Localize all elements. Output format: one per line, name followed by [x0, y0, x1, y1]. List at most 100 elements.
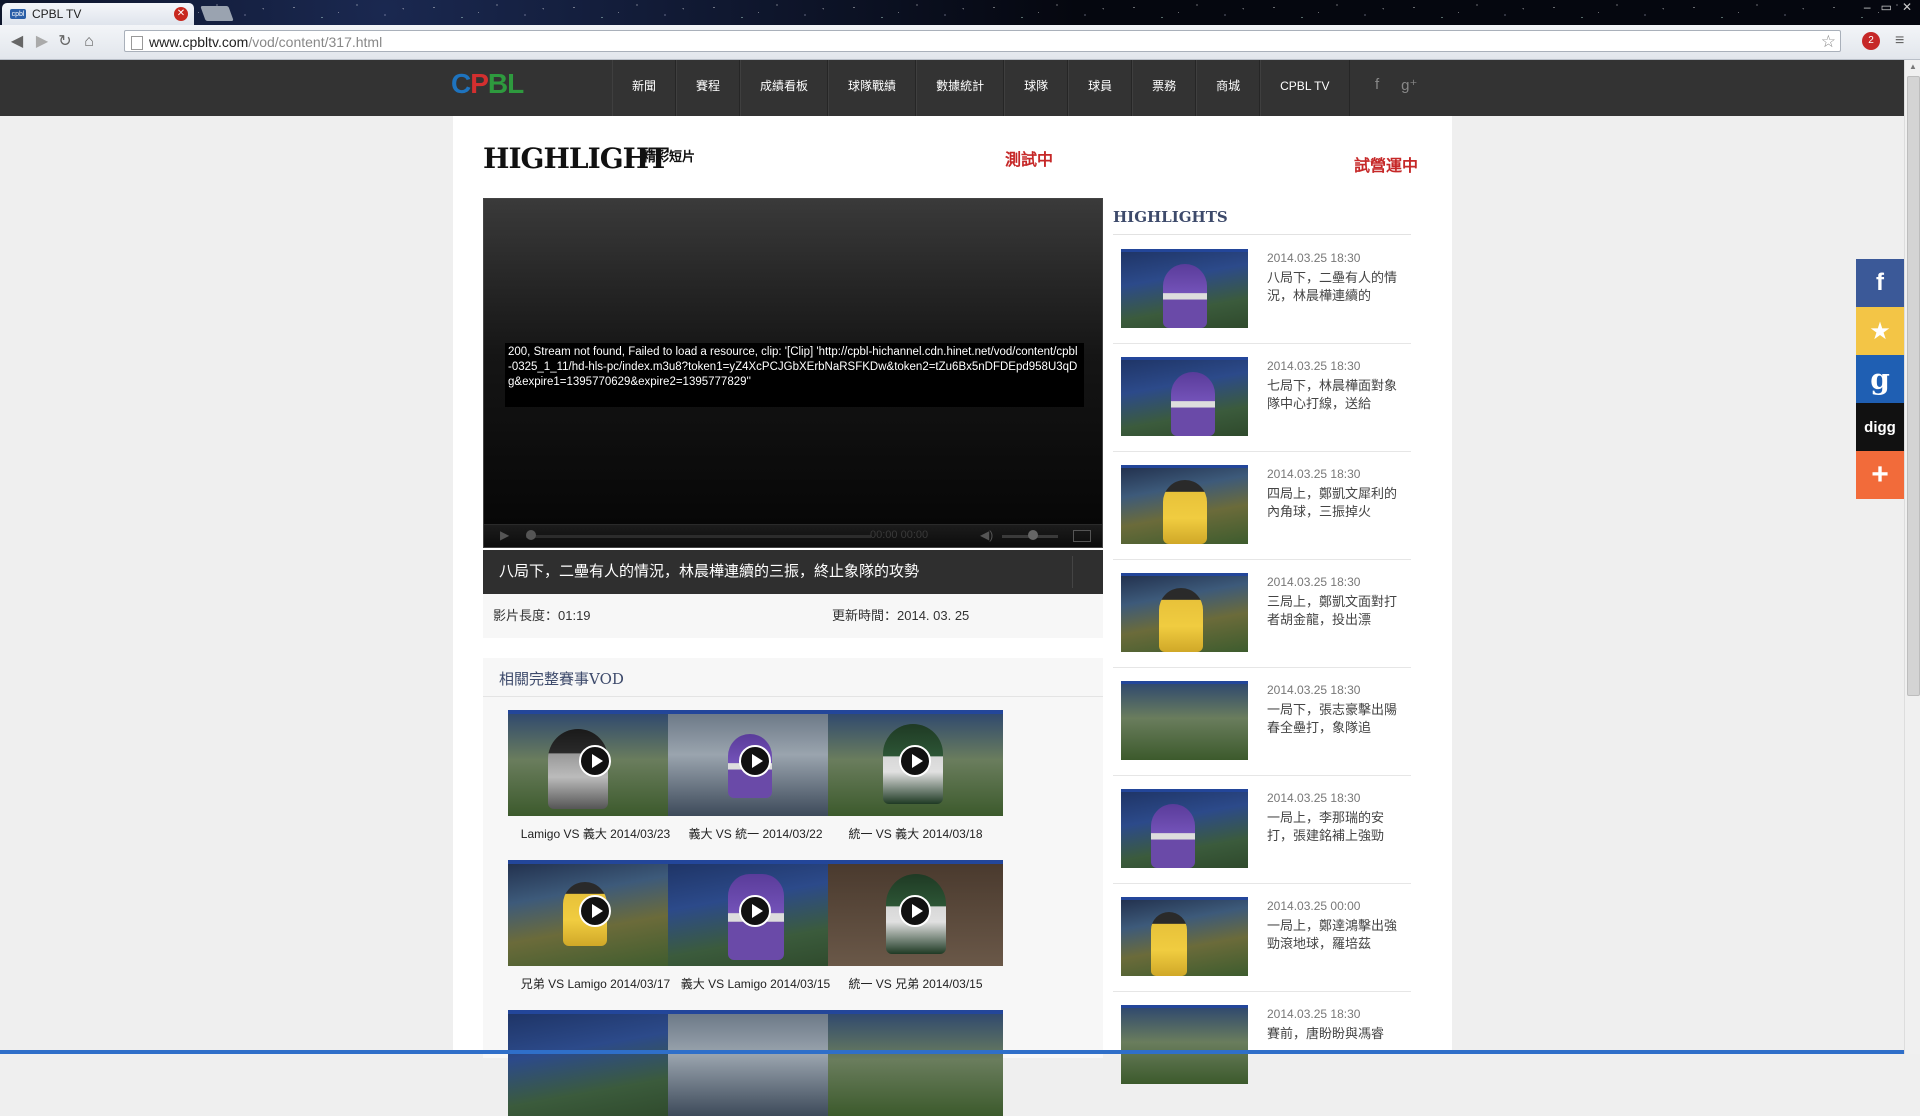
- play-button-icon[interactable]: [579, 745, 611, 777]
- scrollbar-thumb[interactable]: [1907, 76, 1920, 696]
- taskbar-edge: [0, 1050, 1904, 1054]
- highlight-text[interactable]: 一局上，李那瑞的安打，張建銘補上強勁: [1267, 809, 1397, 845]
- highlight-item[interactable]: 2014.03.25 18:30 三局上，鄭凱文面對打者胡金龍，投出漂: [1113, 559, 1411, 668]
- highlight-thumbnail[interactable]: [1121, 249, 1248, 328]
- close-tab-icon[interactable]: ✕: [174, 7, 188, 21]
- vod-label[interactable]: 義大 VS 統一 2014/03/22: [668, 825, 843, 842]
- digg-share-icon[interactable]: digg: [1856, 403, 1904, 451]
- more-share-icon[interactable]: +: [1856, 451, 1904, 499]
- nav-teams[interactable]: 球隊: [1004, 60, 1069, 116]
- highlight-text[interactable]: 一局上，鄭達鴻擊出強勁滾地球，羅培茲: [1267, 917, 1397, 953]
- facebook-icon[interactable]: f: [1375, 76, 1379, 94]
- play-button-icon[interactable]: [579, 895, 611, 927]
- extension-badge-icon[interactable]: 2: [1862, 32, 1880, 50]
- vod-item[interactable]: 統一 VS 兄弟 2014/03/15: [828, 860, 1003, 992]
- highlight-item[interactable]: 2014.03.25 18:30 一局下，張志豪擊出陽春全壘打，象隊追: [1113, 667, 1411, 776]
- seek-bar[interactable]: [526, 535, 871, 538]
- vod-item[interactable]: [828, 1010, 1003, 1116]
- minimize-icon[interactable]: –: [1864, 0, 1871, 14]
- vod-thumbnail[interactable]: [828, 710, 1003, 816]
- home-icon[interactable]: ⌂: [78, 31, 100, 53]
- cpbl-logo[interactable]: CPBL: [451, 68, 524, 100]
- highlight-thumbnail[interactable]: [1121, 573, 1248, 652]
- browser-tab[interactable]: cpbl CPBL TV ✕: [2, 3, 194, 25]
- volume-handle[interactable]: [1028, 530, 1038, 540]
- vod-thumbnail[interactable]: [828, 860, 1003, 966]
- highlight-text[interactable]: 一局下，張志豪擊出陽春全壘打，象隊追: [1267, 701, 1397, 737]
- close-window-icon[interactable]: ✕: [1902, 0, 1912, 14]
- highlight-thumbnail[interactable]: [1121, 789, 1248, 868]
- play-button-icon[interactable]: [899, 745, 931, 777]
- highlight-item[interactable]: 2014.03.25 18:30 一局上，李那瑞的安打，張建銘補上強勁: [1113, 775, 1411, 884]
- vod-label[interactable]: 兄弟 VS Lamigo 2014/03/17: [508, 975, 683, 992]
- nav-players[interactable]: 球員: [1068, 60, 1133, 116]
- highlight-thumbnail[interactable]: [1121, 897, 1248, 976]
- address-bar[interactable]: www.cpbltv.com/vod/content/317.html ☆: [124, 30, 1841, 52]
- nav-standings[interactable]: 球隊戰績: [828, 60, 917, 116]
- play-button-icon[interactable]: [739, 895, 771, 927]
- highlight-text[interactable]: 賽前，唐盼盼與馮睿: [1267, 1025, 1397, 1045]
- vod-label[interactable]: 義大 VS Lamigo 2014/03/15: [668, 975, 843, 992]
- vod-thumbnail[interactable]: [828, 1010, 1003, 1116]
- nav-stats[interactable]: 數據統計: [916, 60, 1005, 116]
- vod-item[interactable]: 義大 VS Lamigo 2014/03/15: [668, 860, 843, 992]
- page-scrollbar[interactable]: ▲: [1904, 60, 1920, 1054]
- vod-label[interactable]: 統一 VS 兄弟 2014/03/15: [828, 975, 1003, 992]
- seek-handle[interactable]: [526, 530, 536, 540]
- highlight-item[interactable]: 2014.03.25 18:30 七局下，林晨樺面對象隊中心打線，送給: [1113, 343, 1411, 452]
- vod-label[interactable]: Lamigo VS 義大 2014/03/23: [508, 825, 683, 842]
- reload-icon[interactable]: ↻: [54, 31, 76, 53]
- nav-shop[interactable]: 商城: [1196, 60, 1261, 116]
- vod-thumbnail[interactable]: [668, 710, 843, 816]
- nav-tickets[interactable]: 票務: [1132, 60, 1197, 116]
- video-player[interactable]: 200, Stream not found, Failed to load a …: [483, 198, 1103, 548]
- highlight-item[interactable]: 2014.03.25 18:30 四局上，鄭凱文犀利的內角球，三振掉火: [1113, 451, 1411, 560]
- facebook-share-icon[interactable]: f: [1856, 259, 1904, 307]
- thumb-figure: [1171, 372, 1215, 436]
- vod-label[interactable]: 統一 VS 義大 2014/03/18: [828, 825, 1003, 842]
- highlight-text[interactable]: 四局上，鄭凱文犀利的內角球，三振掉火: [1267, 485, 1397, 521]
- highlight-text[interactable]: 三局上，鄭凱文面對打者胡金龍，投出漂: [1267, 593, 1397, 629]
- vod-item[interactable]: 統一 VS 義大 2014/03/18: [828, 710, 1003, 842]
- vod-thumbnail[interactable]: [508, 1010, 683, 1116]
- fullscreen-icon[interactable]: [1073, 530, 1091, 542]
- browser-menu-icon[interactable]: ≡: [1895, 32, 1904, 50]
- nav-scoreboard[interactable]: 成績看板: [740, 60, 829, 116]
- nav-cpbl-tv[interactable]: CPBL TV: [1260, 60, 1350, 116]
- url-path: /vod/content/317.html: [248, 34, 383, 50]
- play-button-icon[interactable]: [899, 895, 931, 927]
- highlight-text[interactable]: 八局下，二壘有人的情況，林晨樺連續的: [1267, 269, 1397, 305]
- restore-icon[interactable]: ▭: [1881, 0, 1892, 14]
- vod-thumbnail[interactable]: [508, 710, 683, 816]
- vod-item[interactable]: 兄弟 VS Lamigo 2014/03/17: [508, 860, 683, 992]
- vod-item[interactable]: 義大 VS 統一 2014/03/22: [668, 710, 843, 842]
- highlight-thumbnail[interactable]: [1121, 357, 1248, 436]
- google-share-icon[interactable]: g: [1856, 355, 1904, 403]
- back-icon[interactable]: ◀: [6, 31, 28, 53]
- testing-notice: 測試中: [1005, 152, 1054, 169]
- bookmark-star-icon[interactable]: ☆: [1821, 31, 1836, 53]
- google-plus-icon[interactable]: g⁺: [1401, 76, 1417, 94]
- highlight-item[interactable]: 2014.03.25 18:30 賽前，唐盼盼與馮睿: [1113, 991, 1411, 1084]
- play-icon[interactable]: ▶: [500, 528, 509, 542]
- highlight-item[interactable]: 2014.03.25 00:00 一局上，鄭達鴻擊出強勁滾地球，羅培茲: [1113, 883, 1411, 992]
- vod-thumbnail[interactable]: [508, 860, 683, 966]
- forward-icon[interactable]: ▶: [31, 31, 53, 53]
- play-button-icon[interactable]: [739, 745, 771, 777]
- vod-thumbnail[interactable]: [668, 860, 843, 966]
- scroll-up-icon[interactable]: ▲: [1909, 62, 1917, 71]
- nav-news[interactable]: 新聞: [612, 60, 677, 116]
- vod-thumbnail[interactable]: [668, 1010, 843, 1116]
- favorite-star-icon[interactable]: ★: [1856, 307, 1904, 355]
- volume-icon[interactable]: ◀): [980, 528, 993, 542]
- vod-item[interactable]: Lamigo VS 義大 2014/03/23: [508, 710, 683, 842]
- highlight-text[interactable]: 七局下，林晨樺面對象隊中心打線，送給: [1267, 377, 1397, 413]
- highlight-item[interactable]: 2014.03.25 18:30 八局下，二壘有人的情況，林晨樺連續的: [1113, 235, 1411, 344]
- nav-schedule[interactable]: 賽程: [676, 60, 741, 116]
- vod-item[interactable]: [668, 1010, 843, 1116]
- highlight-thumbnail[interactable]: [1121, 1005, 1248, 1084]
- new-tab-button[interactable]: [200, 6, 234, 21]
- vod-item[interactable]: [508, 1010, 683, 1116]
- highlight-thumbnail[interactable]: [1121, 465, 1248, 544]
- highlight-thumbnail[interactable]: [1121, 681, 1248, 760]
